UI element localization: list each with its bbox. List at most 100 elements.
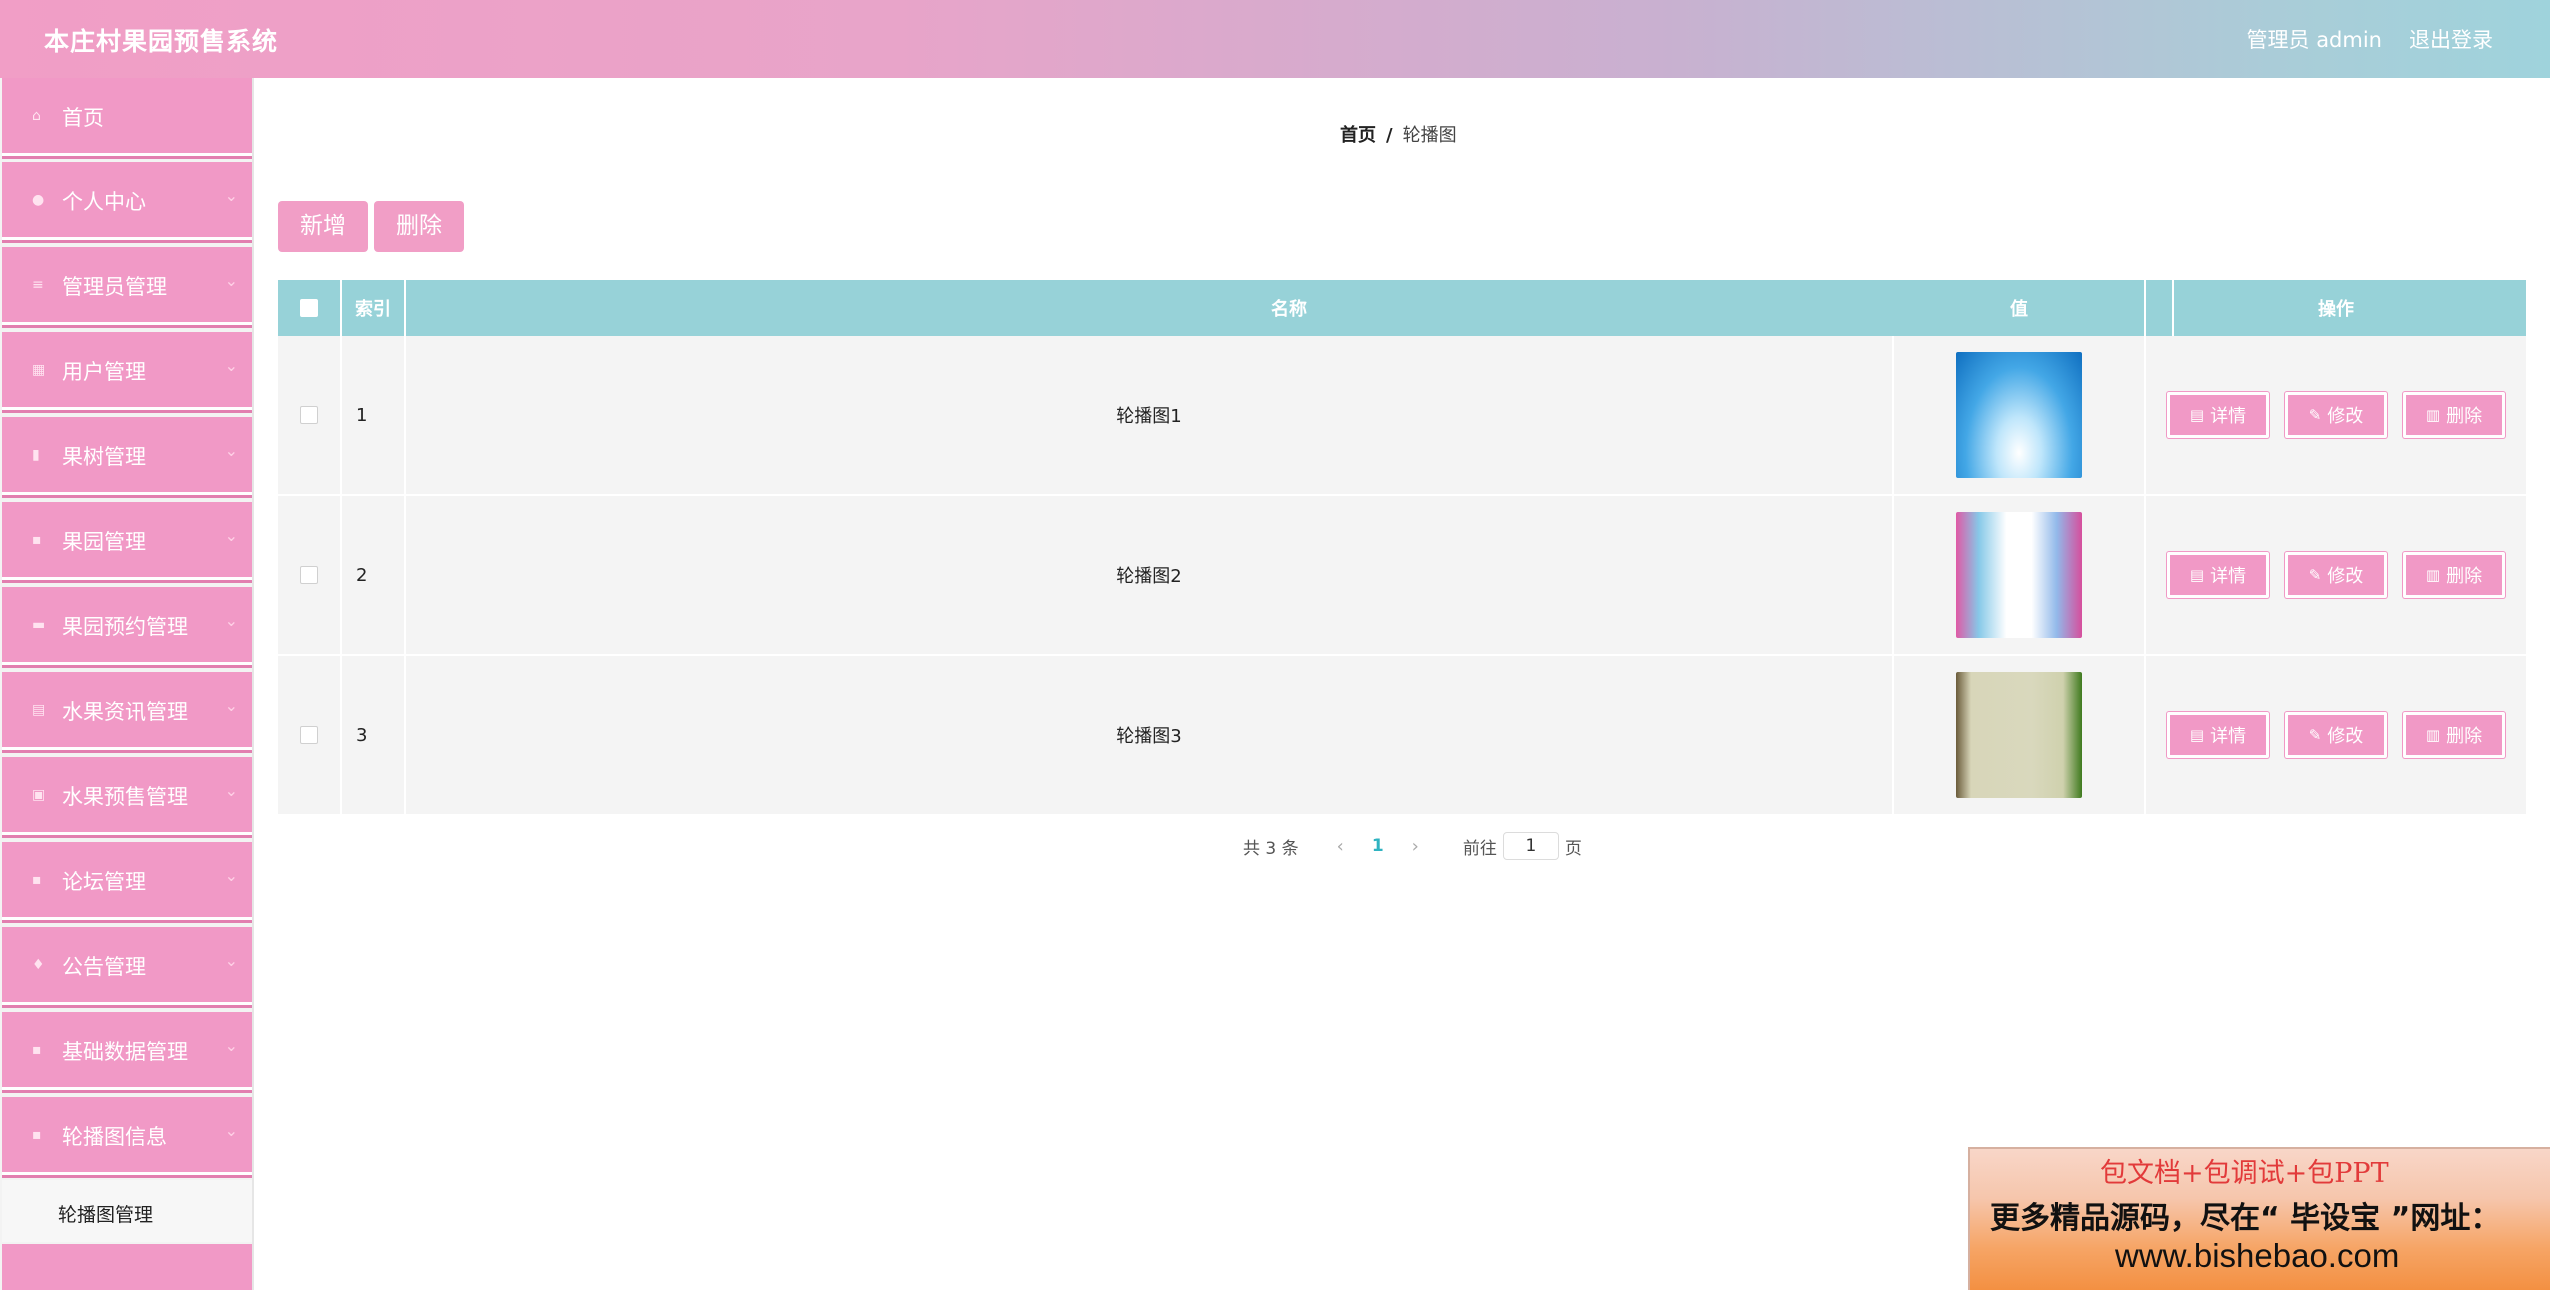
header-actions: 操作	[2318, 299, 2354, 320]
sidebar-item-carousel-info[interactable]: ▪ 轮播图信息 ⌄	[2, 1097, 252, 1175]
detail-button[interactable]: ▤ 详情	[2167, 552, 2269, 598]
sidebar: ⌂ 首页 ● 个人中心 ⌄ ≡ 管理员管理 ⌄ ▦ 用户管理 ⌄ ▮ 果树管理 …	[0, 78, 254, 1290]
row-name: 轮播图3	[406, 656, 1894, 814]
carousel-thumbnail	[1956, 512, 2082, 638]
sidebar-item-home[interactable]: ⌂ 首页	[2, 78, 252, 156]
row-name: 轮播图2	[406, 496, 1894, 654]
delete-label: 删除	[2446, 726, 2483, 747]
delete-button[interactable]: ▥ 删除	[2403, 712, 2505, 758]
chevron-down-icon: ⌄	[224, 951, 238, 970]
select-all-checkbox[interactable]	[300, 299, 318, 317]
bell-icon: ♦	[32, 957, 45, 973]
pagination: 共 3 条 ‹ 1 › 前往 页	[1243, 832, 1582, 860]
row-index: 2	[342, 496, 406, 654]
goto-unit-label: 页	[1564, 838, 1582, 859]
edit-button[interactable]: ✎ 修改	[2285, 392, 2387, 438]
user-icon: ●	[32, 192, 45, 208]
chevron-down-icon: ⌄	[224, 526, 238, 545]
edit-button[interactable]: ✎ 修改	[2285, 552, 2387, 598]
detail-button[interactable]: ▤ 详情	[2167, 392, 2269, 438]
table-icon: ▤	[32, 702, 46, 718]
sidebar-item-personal-center[interactable]: ● 个人中心 ⌄	[2, 162, 252, 240]
row-checkbox[interactable]	[300, 726, 318, 744]
trash-icon: ▥	[2425, 406, 2441, 424]
chevron-down-icon: ⌄	[224, 781, 238, 800]
row-select-cell	[278, 496, 342, 654]
list-icon: ≡	[32, 277, 44, 293]
sidebar-item-fruit-presale[interactable]: ▣ 水果预售管理 ⌄	[2, 757, 252, 835]
pencil-icon: ✎	[2308, 726, 2322, 744]
sidebar-item-admin-management[interactable]: ≡ 管理员管理 ⌄	[2, 247, 252, 325]
row-select-cell	[278, 656, 342, 814]
breadcrumb: 首页 / 轮播图	[1340, 121, 1457, 147]
table-row: 2 轮播图2 ▤ 详情 ✎ 修改 ▥ 删除	[278, 496, 2526, 656]
carousel-thumbnail	[1956, 672, 2082, 798]
sidebar-item-label: 用户管理	[62, 360, 146, 384]
table-row: 3 轮播图3 ▤ 详情 ✎ 修改 ▥ 删除	[278, 656, 2526, 816]
sidebar-item-fruit-tree-management[interactable]: ▮ 果树管理 ⌄	[2, 417, 252, 495]
table-header: 索引 名称 值 操作	[278, 280, 2526, 336]
next-page-icon[interactable]: ›	[1412, 836, 1419, 857]
sidebar-item-forum[interactable]: ▪ 论坛管理 ⌄	[2, 842, 252, 920]
promo-banner: 包文档+包调试+包PPT 更多精品源码，尽在“ 毕设宝 ”网址： www.bis…	[1968, 1147, 2550, 1290]
sidebar-item-announcements[interactable]: ♦ 公告管理 ⌄	[2, 927, 252, 1005]
table-row: 1 轮播图1 ▤ 详情 ✎ 修改 ▥ 删除	[278, 336, 2526, 496]
chevron-down-icon: ⌄	[224, 186, 238, 205]
detail-button[interactable]: ▤ 详情	[2167, 712, 2269, 758]
delete-button[interactable]: ▥ 删除	[2403, 392, 2505, 438]
chevron-down-icon: ⌄	[224, 1036, 238, 1055]
sidebar-item-label: 论坛管理	[62, 870, 146, 894]
pencil-icon: ✎	[2308, 406, 2322, 424]
sidebar-item-label: 公告管理	[62, 955, 146, 979]
edit-label: 修改	[2327, 406, 2364, 427]
breadcrumb-separator: /	[1386, 125, 1393, 146]
row-checkbox[interactable]	[300, 566, 318, 584]
prev-page-icon[interactable]: ‹	[1337, 836, 1344, 857]
page-number-button[interactable]: 1	[1372, 836, 1384, 856]
row-image-cell	[1894, 656, 2146, 814]
row-checkbox[interactable]	[300, 406, 318, 424]
chevron-down-icon: ⌄	[224, 611, 238, 630]
grid-icon: ▪	[32, 532, 42, 548]
pencil-icon: ✎	[2308, 566, 2322, 584]
carousel-thumbnail	[1956, 352, 2082, 478]
sidebar-item-label: 水果资讯管理	[62, 700, 188, 724]
chevron-down-icon: ⌄	[224, 356, 238, 375]
batch-delete-button[interactable]: 删除	[374, 201, 464, 252]
delete-label: 删除	[2446, 566, 2483, 587]
promo-line-2: 更多精品源码，尽在“ 毕设宝 ”网址：	[1990, 1201, 2501, 1236]
detail-label: 详情	[2210, 566, 2247, 587]
sidebar-item-label: 果树管理	[62, 445, 146, 469]
document-icon: ▤	[2189, 406, 2205, 424]
grid-icon: ▪	[32, 1127, 42, 1143]
sidebar-item-label: 轮播图信息	[62, 1125, 167, 1149]
sidebar-item-label: 果园预约管理	[62, 615, 188, 639]
sidebar-item-orchard-reservation[interactable]: ▬ 果园预约管理 ⌄	[2, 587, 252, 665]
row-image-cell	[1894, 336, 2146, 494]
document-icon: ▤	[2189, 726, 2205, 744]
goto-page-input[interactable]	[1502, 832, 1559, 860]
header-select-cell	[278, 280, 342, 336]
detail-label: 详情	[2210, 726, 2247, 747]
sidebar-item-orchard-management[interactable]: ▪ 果园管理 ⌄	[2, 502, 252, 580]
chevron-down-icon: ⌄	[224, 271, 238, 290]
chevron-down-icon: ⌄	[224, 1121, 238, 1140]
delete-button[interactable]: ▥ 删除	[2403, 552, 2505, 598]
logout-link[interactable]: 退出登录	[2409, 24, 2493, 54]
sidebar-item-user-management[interactable]: ▦ 用户管理 ⌄	[2, 332, 252, 410]
app-title: 本庄村果园预售系统	[44, 27, 279, 56]
breadcrumb-home[interactable]: 首页	[1340, 125, 1376, 146]
row-actions: ▤ 详情 ✎ 修改 ▥ 删除	[2146, 496, 2526, 654]
chevron-down-icon: ⌄	[224, 696, 238, 715]
document-icon: ▤	[2189, 566, 2205, 584]
row-index: 1	[342, 336, 406, 494]
edit-button[interactable]: ✎ 修改	[2285, 712, 2387, 758]
sidebar-item-fruit-news[interactable]: ▤ 水果资讯管理 ⌄	[2, 672, 252, 750]
row-name: 轮播图1	[406, 336, 1894, 494]
add-button[interactable]: 新增	[278, 201, 368, 252]
trash-icon: ▥	[2425, 726, 2441, 744]
sidebar-item-base-data[interactable]: ▪ 基础数据管理 ⌄	[2, 1012, 252, 1090]
sidebar-subitem-carousel-management[interactable]: 轮播图管理	[2, 1180, 252, 1242]
row-actions: ▤ 详情 ✎ 修改 ▥ 删除	[2146, 656, 2526, 814]
promo-url: www.bishebao.com	[2115, 1237, 2400, 1274]
